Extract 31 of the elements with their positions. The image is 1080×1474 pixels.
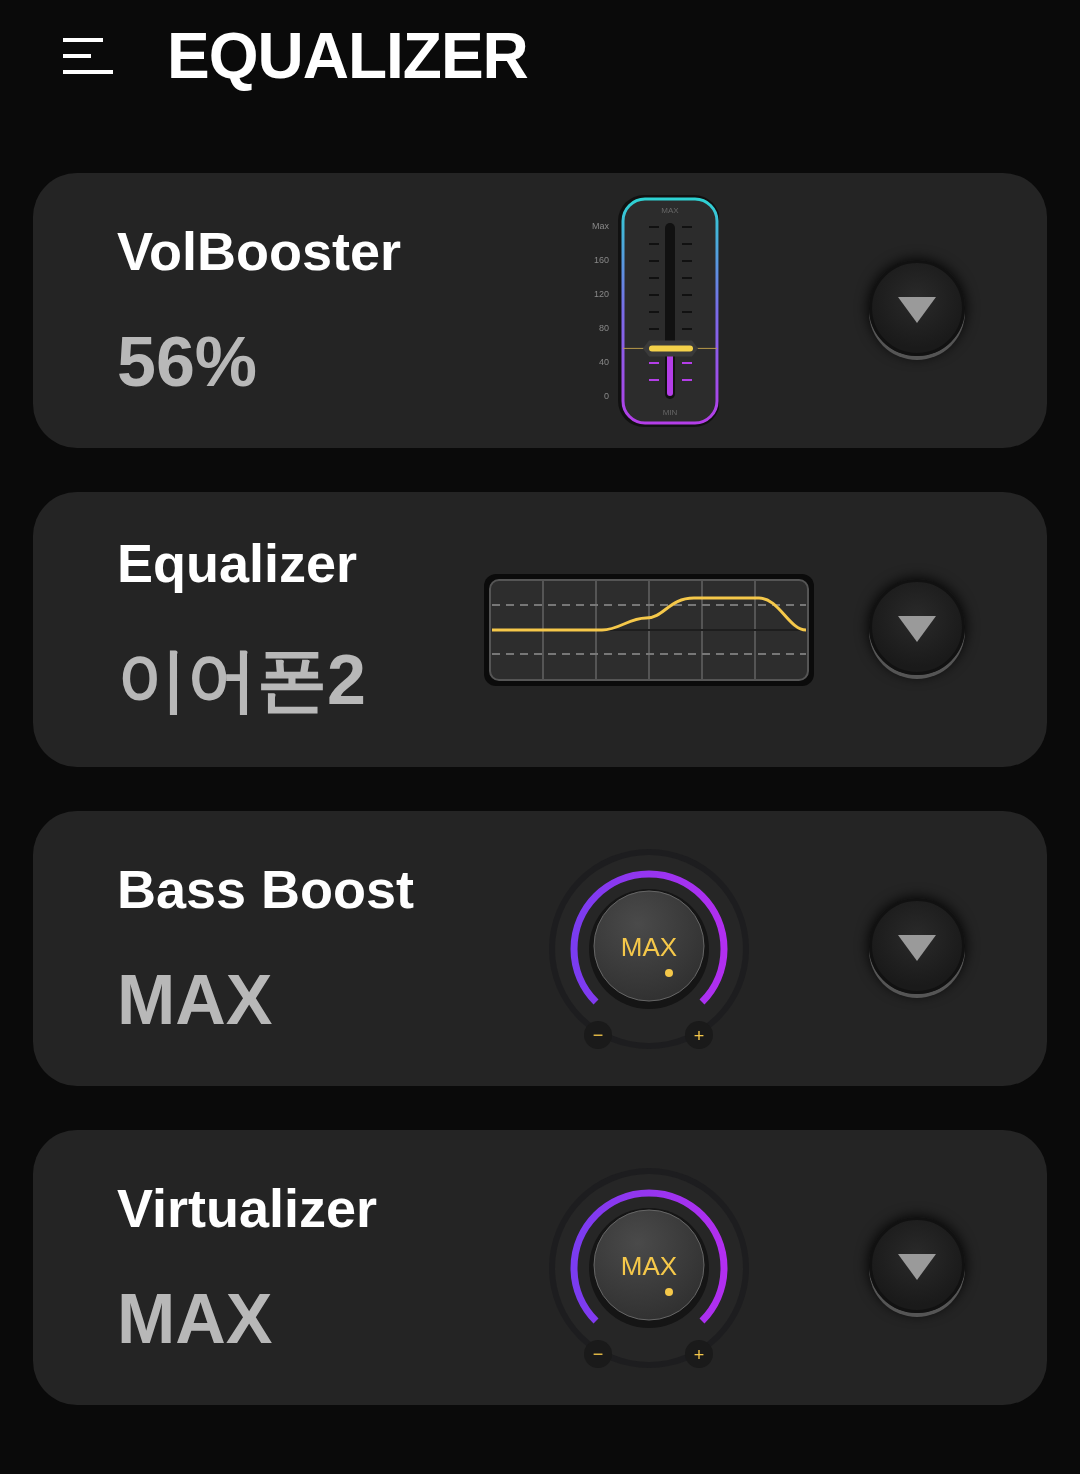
level-knob[interactable]: [549, 1167, 749, 1368]
scale-label: 160: [593, 254, 609, 265]
triangle-icon: [898, 934, 936, 961]
level-knob[interactable]: [549, 848, 749, 1049]
max-label: MAX: [661, 205, 679, 215]
card-value: MAX: [117, 959, 274, 1040]
increase-button[interactable]: +: [685, 1020, 713, 1049]
scale-label: 120: [593, 288, 609, 299]
scale-label: 40: [599, 356, 609, 367]
card-title: VolBooster: [117, 219, 403, 282]
scale-label: 0: [604, 390, 609, 401]
card-title: Bass Boost: [117, 857, 416, 920]
scale-label: Max: [592, 220, 609, 231]
triangle-icon: [898, 296, 936, 323]
scale-label: 80: [599, 322, 609, 333]
increase-button[interactable]: +: [685, 1339, 713, 1368]
decrease-button[interactable]: −: [584, 1339, 612, 1368]
card-title: Equalizer: [117, 531, 359, 594]
card-value: MAX: [117, 1278, 274, 1359]
volume-slider[interactable]: [618, 194, 719, 427]
menu-icon[interactable]: [63, 38, 115, 74]
triangle-icon: [898, 615, 936, 642]
page-title: EQUALIZER: [167, 19, 528, 93]
triangle-icon: [898, 1253, 936, 1280]
decrease-button[interactable]: −: [584, 1020, 612, 1049]
card-title: Virtualizer: [117, 1176, 379, 1239]
card-value: 56%: [117, 321, 259, 402]
card-value: 이어폰2: [117, 639, 367, 721]
eq-curve-preview[interactable]: [484, 573, 814, 686]
knob-label: MAX: [620, 931, 678, 962]
knob-label: MAX: [620, 1250, 678, 1281]
